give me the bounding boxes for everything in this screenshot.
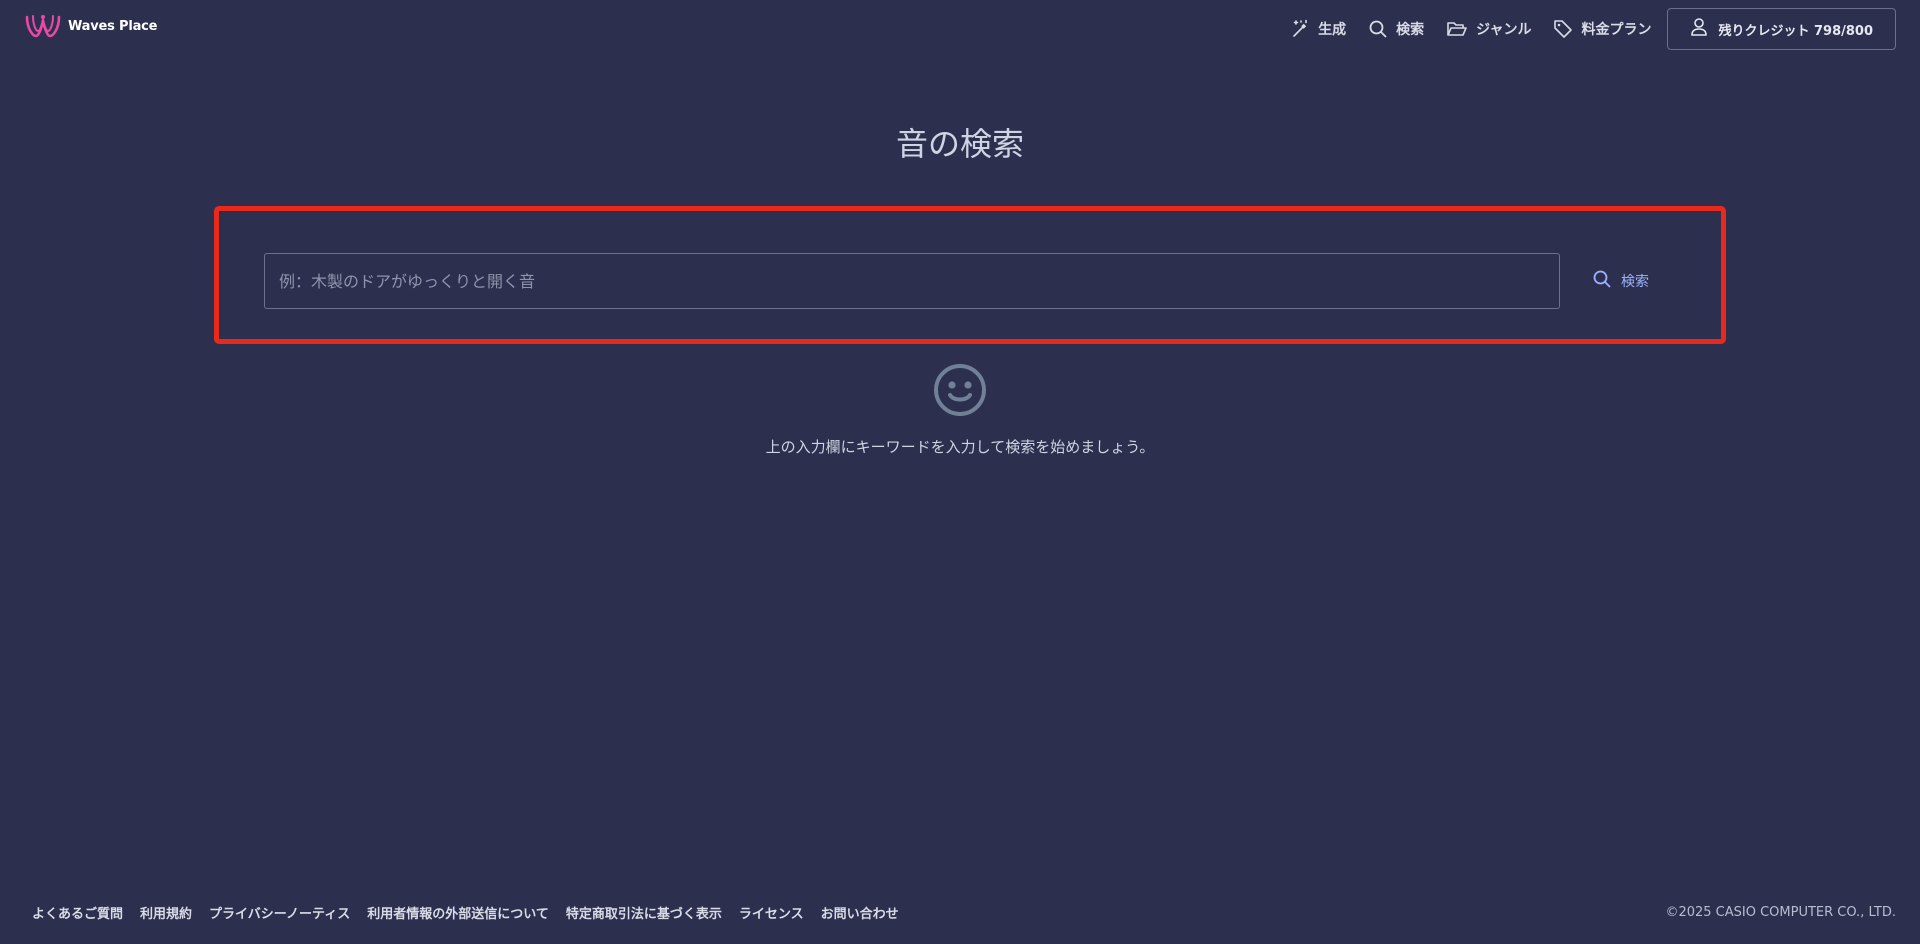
nav-item-genre[interactable]: ジャンル — [1446, 8, 1531, 50]
logo[interactable]: Waves Place — [24, 12, 157, 40]
footer-link-license[interactable]: ライセンス — [739, 903, 804, 922]
waves-place-logo-icon — [24, 13, 62, 39]
nav-item-label: 検索 — [1396, 22, 1425, 38]
footer-link-faq[interactable]: よくあるご質問 — [32, 903, 123, 922]
folder-icon — [1446, 19, 1468, 39]
footer-link-contact[interactable]: お問い合わせ — [821, 903, 899, 922]
search-input[interactable] — [264, 253, 1560, 309]
tag-icon — [1553, 19, 1573, 39]
nav-item-label: 料金プラン — [1581, 22, 1652, 38]
copyright: ©2025 CASIO COMPUTER CO., LTD. — [1665, 904, 1896, 920]
credit-label: 残りクレジット 798/800 — [1718, 23, 1873, 39]
search-button[interactable]: 検索 — [1582, 260, 1659, 302]
footer-link-commercial-transactions[interactable]: 特定商取引法に基づく表示 — [566, 903, 722, 922]
header: Waves Place 生成 検索 ジャンル 料金プラン 残りクレジット 798… — [0, 0, 1920, 58]
nav-item-label: 生成 — [1318, 22, 1347, 38]
user-icon — [1690, 17, 1708, 41]
empty-state-message: 上の入力欄にキーワードを入力して検索を始めましょう。 — [765, 438, 1155, 456]
footer-link-terms[interactable]: 利用規約 — [140, 903, 192, 922]
nav-item-search[interactable]: 検索 — [1368, 8, 1424, 50]
search-icon — [1592, 269, 1612, 293]
search-icon — [1368, 19, 1388, 39]
page-title: 音の検索 — [895, 125, 1024, 163]
logo-text: Waves Place — [68, 18, 158, 34]
footer: よくあるご質問 利用規約 プライバシーノーティス 利用者情報の外部送信について … — [0, 896, 1920, 928]
nav-item-pricing[interactable]: 料金プラン — [1553, 8, 1651, 50]
nav-item-generate[interactable]: 生成 — [1290, 8, 1346, 50]
search-button-label: 検索 — [1621, 274, 1649, 290]
credit-button[interactable]: 残りクレジット 798/800 — [1667, 8, 1896, 50]
main-nav: 生成 検索 ジャンル 料金プラン 残りクレジット 798/800 — [1268, 8, 1896, 50]
smiley-icon — [932, 362, 988, 418]
footer-link-privacy[interactable]: プライバシーノーティス — [209, 903, 350, 922]
nav-item-label: ジャンル — [1476, 22, 1532, 38]
footer-link-external-transmission[interactable]: 利用者情報の外部送信について — [367, 903, 549, 922]
magic-wand-icon — [1290, 19, 1310, 39]
footer-links: よくあるご質問 利用規約 プライバシーノーティス 利用者情報の外部送信について … — [32, 896, 916, 928]
